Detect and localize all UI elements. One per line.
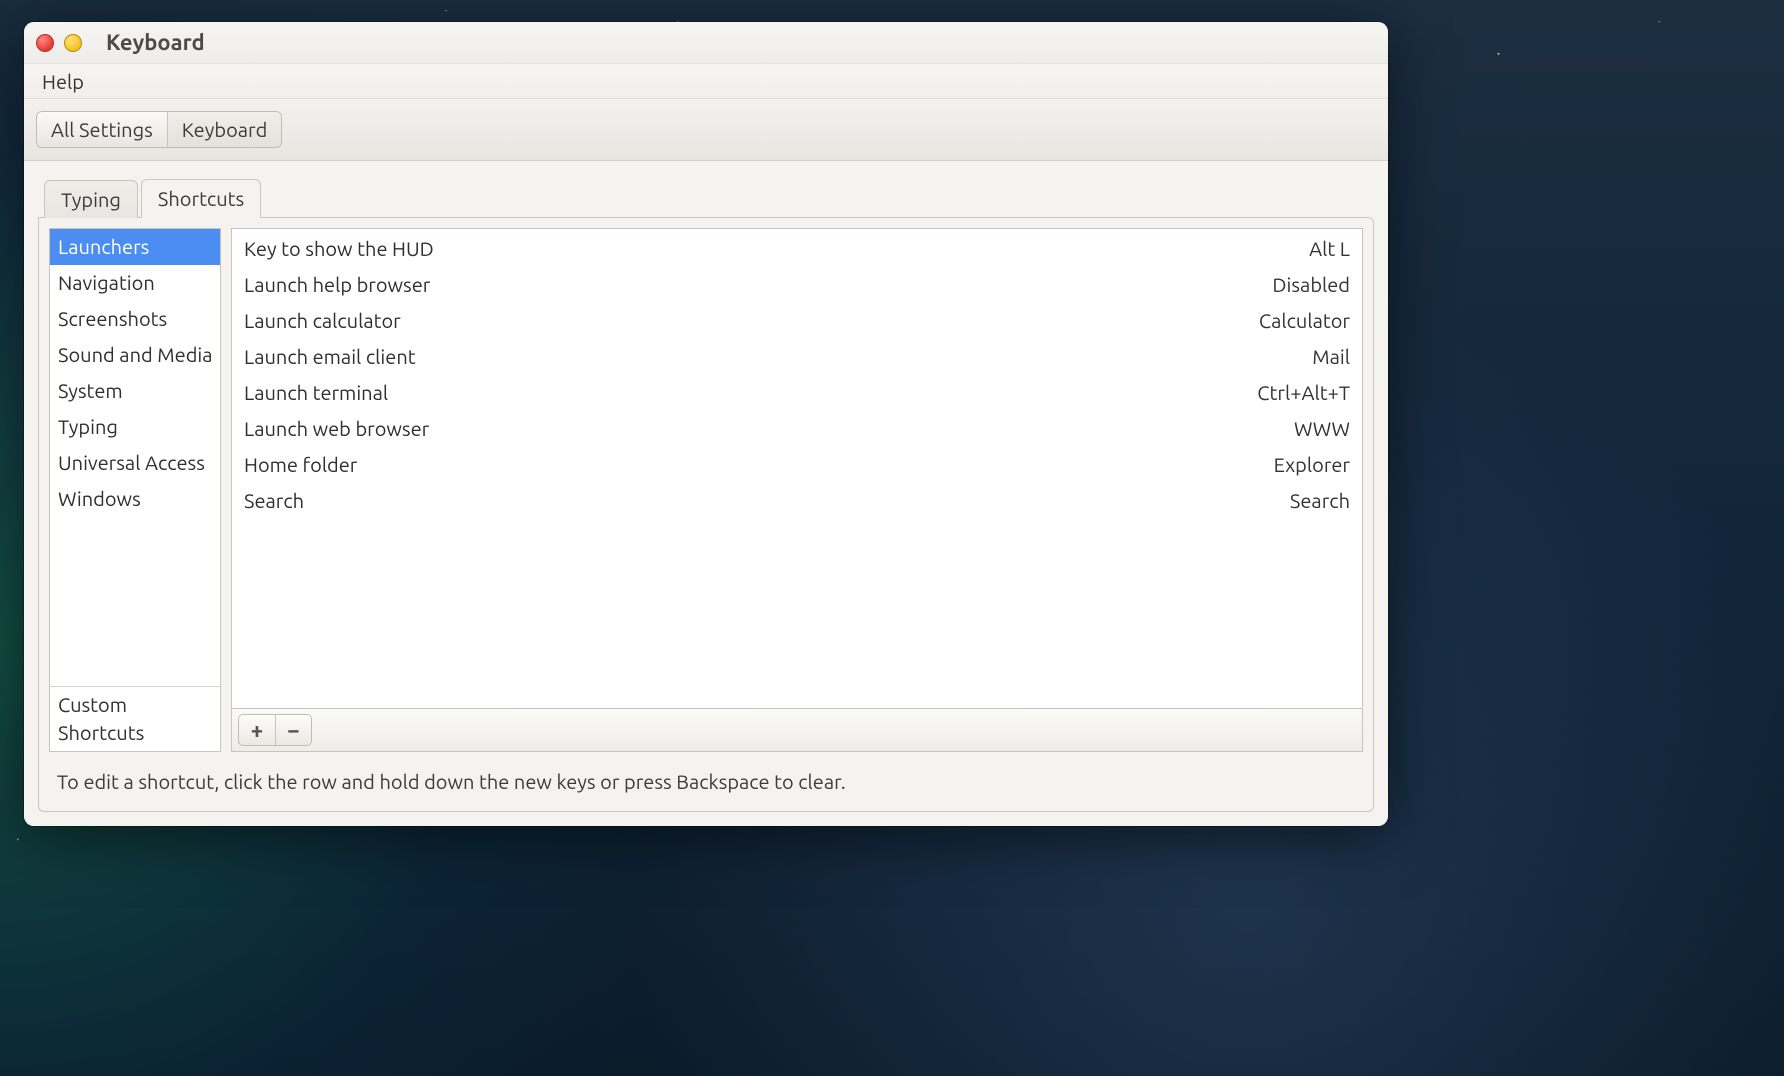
breadcrumb-keyboard[interactable]: Keyboard (167, 112, 282, 147)
shortcut-row[interactable]: Launch terminal Ctrl+Alt+T (232, 375, 1362, 411)
keyboard-settings-window: Keyboard Help All Settings Keyboard Typi… (24, 22, 1388, 826)
shortcut-key[interactable]: Ctrl+Alt+T (1257, 379, 1350, 407)
shortcut-key[interactable]: Alt L (1309, 235, 1350, 263)
shortcut-label: Search (244, 487, 304, 515)
category-list-main: Launchers Navigation Screenshots Sound a… (50, 229, 220, 686)
category-item[interactable]: System (50, 373, 220, 409)
shortcut-row[interactable]: Launch help browser Disabled (232, 267, 1362, 303)
tab-typing[interactable]: Typing (44, 180, 138, 218)
plus-icon: + (251, 718, 263, 743)
shortcut-key[interactable]: Mail (1312, 343, 1350, 371)
shortcut-label: Launch email client (244, 343, 416, 371)
shortcut-label: Key to show the HUD (244, 235, 434, 263)
shortcut-row[interactable]: Launch web browser WWW (232, 411, 1362, 447)
category-item[interactable]: Sound and Media (50, 337, 220, 373)
category-list[interactable]: Launchers Navigation Screenshots Sound a… (49, 228, 221, 752)
window-body: Typing Shortcuts Launchers Navigation Sc… (24, 161, 1388, 826)
shortcut-label: Launch help browser (244, 271, 430, 299)
shortcut-key[interactable]: Explorer (1274, 451, 1350, 479)
shortcut-row[interactable]: Launch calculator Calculator (232, 303, 1362, 339)
shortcut-key[interactable]: Calculator (1259, 307, 1350, 335)
hint-text: To edit a shortcut, click the row and ho… (49, 752, 1363, 801)
shortcut-label: Launch calculator (244, 307, 401, 335)
add-remove-group: + − (238, 714, 312, 746)
menubar: Help (24, 64, 1388, 99)
shortcut-key[interactable]: WWW (1294, 415, 1350, 443)
add-shortcut-button[interactable]: + (239, 715, 275, 745)
category-custom-shortcuts[interactable]: Custom Shortcuts (50, 687, 220, 751)
panes: Launchers Navigation Screenshots Sound a… (49, 228, 1363, 752)
shortcut-key[interactable]: Search (1290, 487, 1350, 515)
add-remove-toolbar: + − (231, 709, 1363, 752)
shortcut-label: Launch web browser (244, 415, 429, 443)
window-buttons (36, 34, 82, 52)
menu-help[interactable]: Help (36, 67, 90, 96)
shortcut-key[interactable]: Disabled (1272, 271, 1350, 299)
breadcrumb-group: All Settings Keyboard (36, 111, 282, 148)
shortcut-row[interactable]: Launch email client Mail (232, 339, 1362, 375)
tab-shortcuts[interactable]: Shortcuts (141, 179, 261, 218)
shortcut-label: Launch terminal (244, 379, 388, 407)
minimize-icon[interactable] (64, 34, 82, 52)
category-item[interactable]: Windows (50, 481, 220, 517)
breadcrumb-all-settings[interactable]: All Settings (37, 112, 167, 147)
shortcut-label: Home folder (244, 451, 357, 479)
window-title: Keyboard (106, 30, 205, 55)
shortcuts-column: Key to show the HUD Alt L Launch help br… (231, 228, 1363, 752)
category-item[interactable]: Launchers (50, 229, 220, 265)
category-item[interactable]: Universal Access (50, 445, 220, 481)
close-icon[interactable] (36, 34, 54, 52)
shortcut-row[interactable]: Home folder Explorer (232, 447, 1362, 483)
remove-shortcut-button[interactable]: − (275, 715, 311, 745)
breadcrumb: All Settings Keyboard (24, 99, 1388, 161)
category-item[interactable]: Screenshots (50, 301, 220, 337)
shortcut-list[interactable]: Key to show the HUD Alt L Launch help br… (231, 228, 1363, 709)
notebook-page-shortcuts: Launchers Navigation Screenshots Sound a… (38, 217, 1374, 812)
category-item[interactable]: Typing (50, 409, 220, 445)
notebook-tabs: Typing Shortcuts (38, 177, 1374, 217)
shortcut-row[interactable]: Key to show the HUD Alt L (232, 231, 1362, 267)
minus-icon: − (287, 718, 299, 743)
titlebar[interactable]: Keyboard (24, 22, 1388, 64)
category-item[interactable]: Navigation (50, 265, 220, 301)
shortcut-row[interactable]: Search Search (232, 483, 1362, 519)
